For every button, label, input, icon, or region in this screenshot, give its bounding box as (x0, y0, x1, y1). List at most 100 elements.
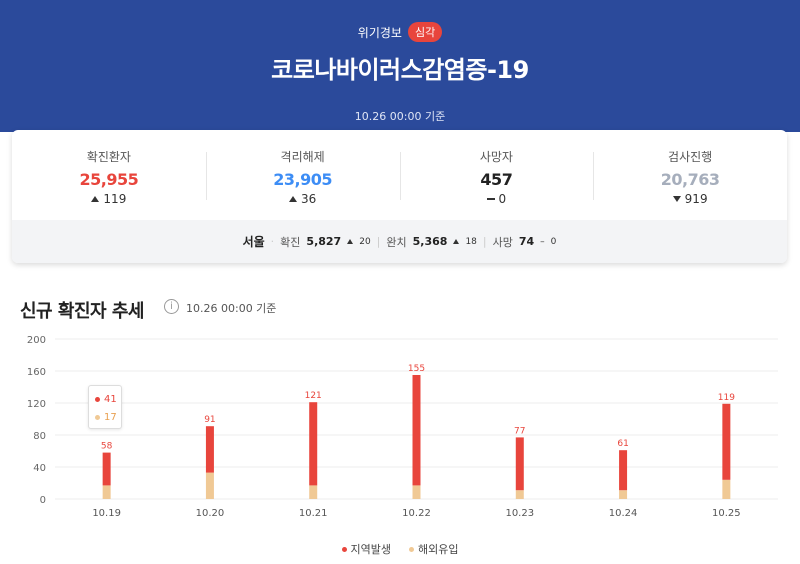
stat-testing: 검사진행 20,763 919 (593, 130, 787, 220)
bar-total-label: 121 (305, 391, 322, 401)
bar-total-label: 91 (204, 415, 215, 425)
bar-total-label: 119 (718, 393, 735, 403)
stat-value: 23,905 (273, 170, 332, 189)
stat-delta-value: 919 (684, 192, 708, 206)
stat-delta-value: 0 (498, 192, 507, 206)
region-released-delta: 18 (465, 236, 477, 247)
info-icon[interactable]: i (164, 299, 179, 314)
tooltip-imported-value: 17 (104, 411, 117, 423)
trend-title: 신규 확진자 추세 (20, 301, 144, 322)
separator-dot: · (270, 235, 275, 248)
bar-segment[interactable] (412, 485, 421, 499)
divider: | (482, 235, 487, 248)
y-tick-label: 80 (33, 431, 46, 442)
bar-total-label: 58 (101, 442, 113, 452)
region-confirmed-label: 확진 (280, 235, 301, 249)
bar-total-label: 77 (514, 426, 525, 436)
bar-segment[interactable] (102, 485, 111, 499)
region-deaths-delta: 0 (550, 236, 557, 247)
y-tick-label: 160 (27, 367, 46, 378)
region-city: 서울 (242, 235, 265, 249)
stat-delta-value: 119 (103, 192, 127, 206)
y-tick-label: 0 (40, 495, 46, 506)
header-basis-time: 10.26 00:00 기준 (354, 110, 446, 123)
x-tick-label: 10.22 (402, 508, 431, 519)
bar-segment[interactable] (205, 472, 214, 499)
alert-label: 위기경보 (357, 25, 402, 40)
local-dot-icon (341, 546, 347, 552)
bar-segment[interactable] (722, 403, 731, 480)
bar-segment[interactable] (619, 450, 628, 491)
stat-delta: 0 (400, 192, 594, 206)
alert-level-badge: 심각 (407, 22, 443, 42)
y-tick-label: 200 (27, 335, 46, 346)
new-cases-chart[interactable]: 0 40 80 120 160 200 58 10.19 91 10.20 121 10.21 155 1… (0, 330, 800, 530)
tooltip-local-row: 41 (95, 390, 121, 408)
stat-label: 격리해제 (280, 150, 325, 164)
no-change-icon (486, 198, 495, 200)
alert-row: 위기경보 심각 (0, 22, 800, 42)
x-tick-label: 10.23 (505, 508, 534, 519)
region-released-label: 완치 (386, 235, 407, 249)
stats-card: 확진환자 25,955 119 격리해제 23,905 36 사망자 457 0… (12, 130, 787, 263)
bar-segment[interactable] (412, 375, 421, 486)
bar-segment[interactable] (515, 490, 524, 499)
stat-delta: 36 (206, 192, 400, 206)
stat-delta: 119 (12, 192, 206, 206)
x-tick-label: 10.21 (299, 508, 328, 519)
x-tick-label: 10.25 (712, 508, 741, 519)
x-tick-label: 10.20 (196, 508, 225, 519)
stat-delta-value: 36 (300, 192, 317, 206)
bar-segment[interactable] (309, 485, 318, 499)
bar-segment[interactable] (515, 437, 524, 491)
legend-imported[interactable]: 해외유입 (409, 541, 458, 557)
region-deaths-value: 74 (518, 235, 535, 248)
no-change-icon: – (540, 236, 545, 247)
bar-segment[interactable] (309, 402, 318, 486)
trend-basis-time: 10.26 00:00 기준 (186, 302, 277, 315)
bar-segment[interactable] (102, 452, 111, 486)
bar-segment[interactable] (722, 479, 731, 499)
stat-label: 검사진행 (668, 150, 713, 164)
region-released-value: 5,368 (412, 235, 448, 248)
tooltip-imported-row: 17 (95, 408, 121, 426)
chart-legend: 지역발생 해외유입 (0, 541, 800, 557)
imported-dot-icon (95, 414, 100, 420)
page-title: 코로나바이러스감염증-19 (271, 56, 529, 84)
stats-row: 확진환자 25,955 119 격리해제 23,905 36 사망자 457 0… (12, 130, 787, 220)
legend-local-label: 지역발생 (350, 543, 391, 556)
bar-segment[interactable] (619, 490, 628, 499)
up-arrow-icon (347, 239, 354, 244)
chart-tooltip: 41 17 (88, 385, 122, 429)
bar-total-label: 155 (408, 364, 425, 374)
region-summary[interactable]: 서울 · 확진 5,827 20 | 완치 5,368 18 | 사망 74 –… (12, 220, 787, 263)
divider: | (376, 235, 381, 248)
stat-deaths: 사망자 457 0 (399, 130, 594, 220)
legend-local[interactable]: 지역발생 (341, 541, 391, 557)
up-arrow-icon (453, 239, 460, 244)
stat-confirmed: 확진환자 25,955 119 (12, 130, 206, 220)
header-banner: 위기경보 심각 코로나바이러스감염증-19 10.26 00:00 기준 (0, 0, 800, 132)
local-dot-icon (95, 396, 100, 402)
y-tick-label: 120 (27, 399, 46, 410)
stat-value: 457 (480, 170, 513, 189)
region-deaths-label: 사망 (492, 235, 513, 249)
stat-value: 25,955 (79, 170, 139, 189)
stat-value: 20,763 (660, 170, 720, 189)
stat-label: 사망자 (479, 150, 513, 164)
down-arrow-icon (672, 196, 681, 202)
region-confirmed-value: 5,827 (306, 235, 342, 248)
y-tick-label: 40 (33, 463, 46, 474)
up-arrow-icon (91, 196, 100, 202)
up-arrow-icon (288, 196, 297, 202)
bar-segment[interactable] (205, 426, 214, 473)
stat-released: 격리해제 23,905 36 (205, 130, 400, 220)
stat-label: 확진환자 (86, 150, 131, 164)
tooltip-local-value: 41 (104, 393, 117, 405)
region-confirmed-delta: 20 (359, 236, 371, 247)
imported-dot-icon (409, 546, 414, 552)
x-tick-label: 10.19 (92, 508, 121, 519)
bar-total-label: 61 (617, 439, 628, 449)
legend-imported-label: 해외유입 (418, 543, 459, 556)
x-tick-label: 10.24 (609, 508, 638, 519)
